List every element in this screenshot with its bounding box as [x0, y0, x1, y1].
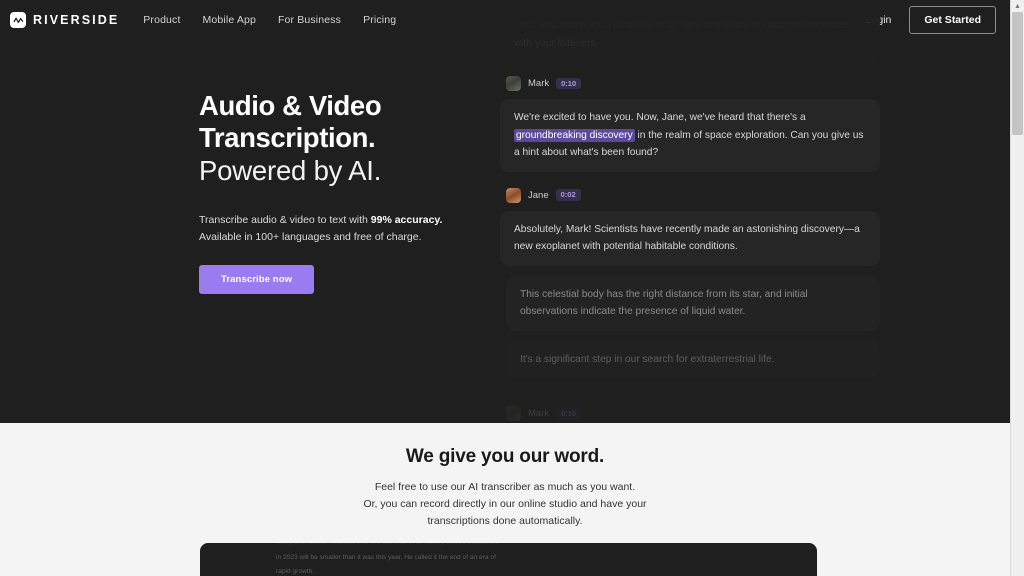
- nav-link-mobile-app[interactable]: Mobile App: [203, 14, 256, 26]
- message-bubble: hank you, Mark! It's a pleasure to be he…: [500, 7, 880, 63]
- avatar: [506, 406, 521, 422]
- scrollbar-thumb[interactable]: [1012, 12, 1023, 135]
- timestamp-badge: 0:10: [556, 77, 582, 90]
- hero-subtitle-accuracy: 99% accuracy.: [370, 214, 443, 227]
- demo-line-3: rapid growth.: [276, 568, 315, 575]
- brand-logo[interactable]: RIVERSIDE: [10, 12, 119, 28]
- hero-copy: Audio & Video Transcription. Powered by …: [199, 90, 499, 294]
- nav-link-product[interactable]: Product: [143, 14, 180, 26]
- message-bubble: It's a significant step in our search fo…: [506, 340, 880, 379]
- promise-line-3: transcriptions done automatically.: [427, 515, 583, 527]
- waveform-icon: [10, 12, 26, 28]
- promise-line-1: Feel free to use our AI transcriber as m…: [374, 481, 636, 493]
- message-header: Jane 0:02: [500, 187, 880, 203]
- nav-link-for-business[interactable]: For Business: [278, 14, 341, 26]
- transcript-message: Mark 0:10 We're excited to have you. Now…: [500, 76, 880, 172]
- nav-right-actions: Login Get Started: [866, 6, 996, 34]
- timestamp-badge: 0:10: [556, 408, 582, 420]
- page-title: Audio & Video Transcription. Powered by …: [199, 90, 499, 187]
- hero-subtitle: Transcribe audio & video to text with 99…: [199, 212, 499, 245]
- hero-subtitle-pre: Transcribe audio & video to text with: [199, 214, 371, 227]
- timestamp-badge: 0:02: [555, 189, 581, 201]
- transcript-message: Mark 0:10: [500, 406, 880, 422]
- demo-line-1: hiring and reduce headcount for the firs…: [276, 543, 746, 551]
- brand-name: RIVERSIDE: [33, 13, 120, 27]
- message-bubble: This celestial body has the right distan…: [506, 275, 880, 331]
- transcript-message: Jane 0:02 Absolutely, Mark! Scientists h…: [500, 187, 880, 266]
- speaker-name: Mark: [528, 408, 550, 420]
- message-text-pre: We're excited to have you. Now, Jane, we…: [514, 112, 806, 124]
- vertical-scrollbar[interactable]: ▲: [1010, 0, 1024, 576]
- promise-line-2: Or, you can record directly in our onlin…: [363, 498, 647, 510]
- nav-link-pricing[interactable]: Pricing: [363, 14, 396, 26]
- message-bubble: Absolutely, Mark! Scientists have recent…: [500, 210, 880, 266]
- headline-line-1: Audio & Video: [199, 90, 382, 121]
- avatar: [506, 76, 521, 92]
- message-bubble: We're excited to have you. Now, Jane, we…: [500, 99, 880, 172]
- promise-subtitle: Feel free to use our AI transcriber as m…: [0, 479, 1010, 530]
- speaker-name: Mark: [528, 78, 550, 90]
- headline-line-3: Powered by AI.: [199, 154, 382, 186]
- nav-links: Product Mobile App For Business Pricing: [143, 14, 396, 26]
- promise-title: We give you our word.: [405, 446, 605, 467]
- highlighted-phrase[interactable]: groundbreaking discovery: [514, 128, 635, 142]
- chevron-up-icon[interactable]: ▲: [1013, 2, 1022, 11]
- hero-subtitle-line2: Available in 100+ languages and free of …: [199, 230, 422, 243]
- page-root: RIVERSIDE Product Mobile App For Busines…: [0, 0, 1024, 576]
- speaker-name: Jane: [528, 189, 549, 201]
- transcript-message: This celestial body has the right distan…: [500, 275, 880, 331]
- transcript-panel[interactable]: Jane 0:20 hank you, Mark! It's a pleasur…: [500, 0, 880, 423]
- transcript-message: It's a significant step in our search fo…: [500, 340, 880, 379]
- transcript-message: Jane 0:20 hank you, Mark! It's a pleasur…: [500, 0, 880, 63]
- hero-section: RIVERSIDE Product Mobile App For Busines…: [0, 0, 1010, 423]
- message-header: Mark 0:10: [500, 406, 880, 422]
- demo-line-2: in 2023 will be smaller than it was this…: [276, 553, 496, 561]
- message-header: Mark 0:10: [500, 76, 880, 92]
- headline-line-2: Transcription.: [199, 122, 376, 154]
- get-started-button[interactable]: Get Started: [909, 6, 996, 34]
- transcribe-now-button[interactable]: Transcribe now: [199, 264, 315, 294]
- demo-transcript-text: hiring and reduce headcount for the firs…: [276, 543, 746, 576]
- demo-transcript-card: hiring and reduce headcount for the firs…: [200, 543, 817, 576]
- avatar: [506, 187, 521, 203]
